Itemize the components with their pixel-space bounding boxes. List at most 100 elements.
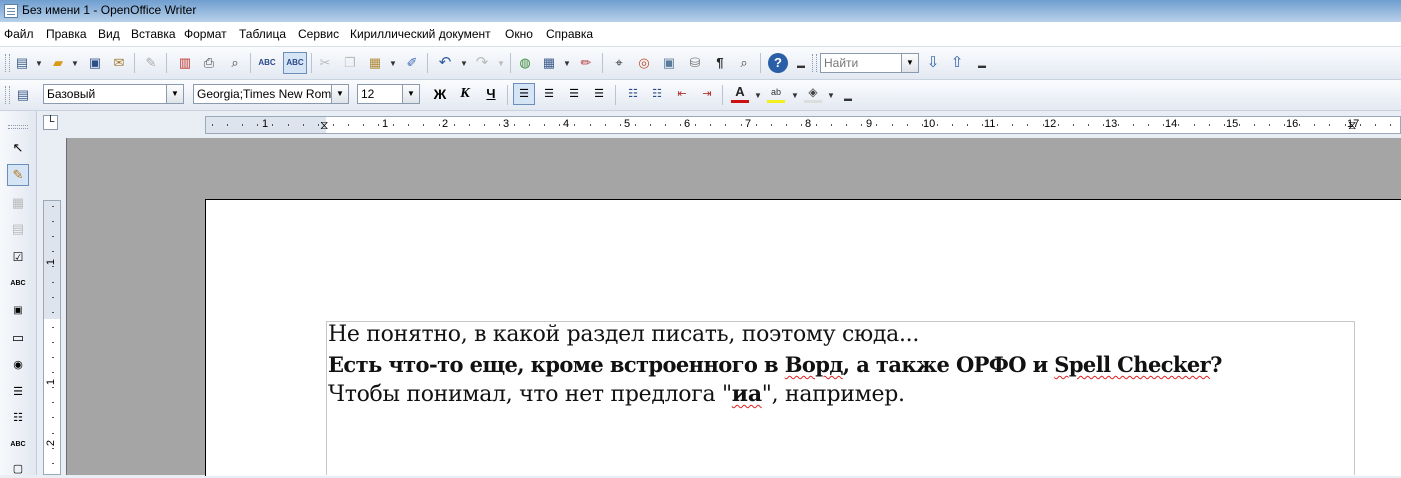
- spellcheck-icon[interactable]: ABC: [258, 54, 276, 72]
- undo-dropdown-arrow[interactable]: ▼: [460, 59, 468, 68]
- menu-view[interactable]: Вид: [98, 27, 120, 41]
- ruler-tick: [1057, 124, 1059, 126]
- font-color-dropdown-arrow[interactable]: ▼: [754, 91, 762, 100]
- text-box-icon[interactable]: ABC: [9, 275, 27, 293]
- italic-button[interactable]: К: [456, 85, 474, 103]
- underline-button[interactable]: Ч: [482, 85, 500, 103]
- select-pointer-icon[interactable]: ↖: [9, 139, 27, 157]
- ruler-tick: [52, 357, 54, 358]
- format-toolbar-overflow-arrow[interactable]: ▬: [844, 94, 852, 103]
- size-dropdown-arrow[interactable]: ▼: [402, 85, 419, 103]
- menu-help[interactable]: Справка: [546, 27, 593, 41]
- document-line-1[interactable]: Не понятно, в какой раздел писать, поэто…: [328, 322, 919, 347]
- indent-marker[interactable]: ⧖: [320, 118, 328, 133]
- cut-icon[interactable]: ✂: [316, 54, 334, 72]
- option-button-icon[interactable]: ◉: [9, 356, 27, 374]
- font-size-select[interactable]: 12 ▼: [357, 84, 420, 104]
- menu-cyrillic-document[interactable]: Кириллический документ: [350, 27, 491, 41]
- paragraph-style-select[interactable]: Базовый ▼: [43, 84, 184, 104]
- align-right-icon[interactable]: ☰: [565, 85, 583, 103]
- new-dropdown-arrow[interactable]: ▼: [35, 59, 43, 68]
- font-name-select[interactable]: Georgia;Times New Roma ▼: [193, 84, 349, 104]
- gallery-icon[interactable]: ▣: [660, 54, 678, 72]
- bold-button[interactable]: Ж: [431, 85, 449, 103]
- save-icon[interactable]: ▣: [86, 54, 104, 72]
- print-preview-icon[interactable]: ⌕: [226, 54, 244, 72]
- find-dropdown-arrow[interactable]: ▼: [901, 54, 918, 72]
- horizontal-ruler[interactable]: ⧖ 1 1 2 3 4 5 6 7 8 9 10 11 12 13 14 15 …: [205, 116, 1401, 134]
- list-box-icon[interactable]: ☰: [9, 383, 27, 401]
- navigator-icon[interactable]: ◎: [635, 54, 653, 72]
- autospellcheck-icon[interactable]: ABC: [283, 52, 307, 74]
- menu-format[interactable]: Формат: [184, 27, 227, 41]
- numbering-icon[interactable]: ☷: [624, 85, 642, 103]
- align-left-icon[interactable]: ☰: [513, 83, 535, 105]
- undo-icon[interactable]: ↶: [436, 54, 454, 72]
- hyperlink-icon[interactable]: ◍: [516, 54, 534, 72]
- background-color-icon[interactable]: ◈: [804, 84, 822, 103]
- control-properties-icon[interactable]: ▦: [9, 194, 27, 212]
- font-dropdown-arrow[interactable]: ▼: [331, 85, 348, 103]
- export-pdf-icon[interactable]: ▥: [176, 54, 194, 72]
- paste-dropdown-arrow[interactable]: ▼: [389, 59, 397, 68]
- background-color-dropdown-arrow[interactable]: ▼: [827, 91, 835, 100]
- find-input[interactable]: Найти ▼: [820, 53, 919, 73]
- menu-edit[interactable]: Правка: [46, 27, 87, 41]
- email-icon[interactable]: ✉: [110, 54, 128, 72]
- highlighting-icon[interactable]: ab: [767, 84, 785, 103]
- find-next-icon[interactable]: ⇩: [924, 54, 942, 72]
- design-mode-icon[interactable]: ✎: [7, 164, 29, 186]
- label-field-icon[interactable]: ABC: [9, 436, 27, 454]
- style-dropdown-arrow[interactable]: ▼: [166, 85, 183, 103]
- data-sources-icon[interactable]: ⛁: [686, 54, 704, 72]
- combo-box-icon[interactable]: ☷: [9, 409, 27, 427]
- open-icon[interactable]: ▰: [49, 54, 67, 72]
- document-line-2[interactable]: Есть что-то еще, кроме встроенного в Вор…: [328, 352, 1222, 377]
- styles-formatting-icon[interactable]: ▤: [14, 86, 32, 104]
- table-dropdown-arrow[interactable]: ▼: [563, 59, 571, 68]
- form-properties-icon[interactable]: ▤: [9, 220, 27, 238]
- help-icon[interactable]: ?: [768, 53, 788, 73]
- checkbox-icon[interactable]: ☑: [9, 248, 27, 266]
- nonprinting-chars-icon[interactable]: ¶: [711, 54, 729, 72]
- document-line-3[interactable]: Чтобы понимал, что нет предлога "иа", на…: [328, 381, 905, 407]
- format-paintbrush-icon[interactable]: ✐: [403, 54, 421, 72]
- misspelled-word[interactable]: иа: [732, 381, 762, 407]
- find-toolbar-overflow-arrow[interactable]: ▬: [978, 61, 986, 70]
- new-document-icon[interactable]: ▤: [13, 54, 31, 72]
- redo-icon[interactable]: ↷: [473, 54, 491, 72]
- edit-file-icon[interactable]: ✎: [142, 54, 160, 72]
- zoom-icon[interactable]: ⌕: [735, 54, 753, 72]
- misspelled-word[interactable]: Ворд: [785, 352, 844, 377]
- align-center-icon[interactable]: ☰: [540, 85, 558, 103]
- font-color-icon[interactable]: A: [731, 84, 749, 103]
- misspelled-word[interactable]: Spell Checker: [1054, 352, 1210, 377]
- menu-file[interactable]: Файл: [4, 27, 34, 41]
- formatted-field-icon[interactable]: ▣: [9, 302, 27, 320]
- table-icon[interactable]: ▦: [540, 54, 558, 72]
- menu-table[interactable]: Таблица: [239, 27, 286, 41]
- decrease-indent-icon[interactable]: ⇤: [673, 85, 691, 103]
- align-justify-icon[interactable]: ☰: [590, 85, 608, 103]
- menu-tools[interactable]: Сервис: [298, 27, 339, 41]
- toolbar-grip[interactable]: [5, 54, 10, 72]
- menu-insert[interactable]: Вставка: [131, 27, 176, 41]
- right-indent-marker[interactable]: ⧖: [1348, 118, 1356, 133]
- increase-indent-icon[interactable]: ⇥: [698, 85, 716, 103]
- more-controls-icon[interactable]: ▢: [9, 460, 27, 478]
- push-button-icon[interactable]: ▭: [9, 329, 27, 347]
- tab-stop-selector[interactable]: └: [43, 115, 58, 130]
- find-replace-icon[interactable]: ⌖: [610, 54, 628, 72]
- redo-dropdown-arrow[interactable]: ▼: [497, 59, 505, 68]
- highlighting-dropdown-arrow[interactable]: ▼: [791, 91, 799, 100]
- draw-functions-icon[interactable]: ✏: [577, 54, 595, 72]
- open-dropdown-arrow[interactable]: ▼: [71, 59, 79, 68]
- toolbar-overflow-arrow[interactable]: ▬: [797, 61, 805, 70]
- paste-icon[interactable]: ▦: [366, 54, 384, 72]
- bullets-icon[interactable]: ☷: [648, 85, 666, 103]
- print-icon[interactable]: ⎙: [200, 54, 218, 72]
- find-previous-icon[interactable]: ⇧: [948, 54, 966, 72]
- copy-icon[interactable]: ❐: [341, 54, 359, 72]
- vertical-ruler[interactable]: 1 1 2: [43, 200, 61, 475]
- menu-window[interactable]: Окно: [505, 27, 533, 41]
